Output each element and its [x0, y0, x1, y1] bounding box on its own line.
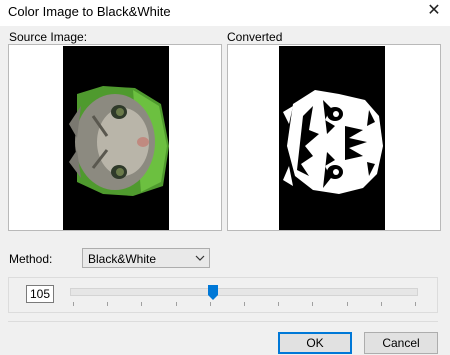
ok-button[interactable]: OK	[278, 332, 352, 354]
title-bar: Color Image to Black&White ✕	[0, 0, 450, 26]
source-image-label: Source Image:	[9, 30, 88, 44]
slider-tick	[73, 302, 74, 306]
source-image-panel	[8, 44, 222, 231]
window-title: Color Image to Black&White	[8, 4, 171, 19]
threshold-slider-track[interactable]	[70, 288, 418, 296]
chevron-down-icon	[195, 255, 205, 261]
close-icon[interactable]: ✕	[424, 1, 444, 21]
method-select-value: Black&White	[88, 252, 157, 266]
slider-tick	[312, 302, 314, 306]
cancel-button[interactable]: Cancel	[364, 332, 438, 354]
slider-tick	[209, 302, 211, 306]
threshold-slider-thumb[interactable]	[207, 285, 218, 300]
method-label: Method:	[9, 252, 53, 266]
separator	[8, 321, 438, 322]
source-image	[63, 46, 169, 230]
slider-tick	[175, 302, 177, 306]
method-select[interactable]: Black&White	[82, 248, 210, 268]
slider-tick	[244, 302, 245, 306]
slider-tick	[380, 302, 382, 306]
slider-tick	[278, 302, 280, 306]
slider-tick	[107, 302, 109, 306]
threshold-value-box[interactable]: 105	[26, 285, 54, 303]
converted-image	[279, 46, 385, 230]
slider-tick	[415, 302, 416, 306]
slider-tick	[346, 302, 348, 306]
slider-tick	[141, 302, 143, 306]
converted-image-panel	[227, 44, 441, 231]
converted-label: Converted	[227, 30, 283, 44]
